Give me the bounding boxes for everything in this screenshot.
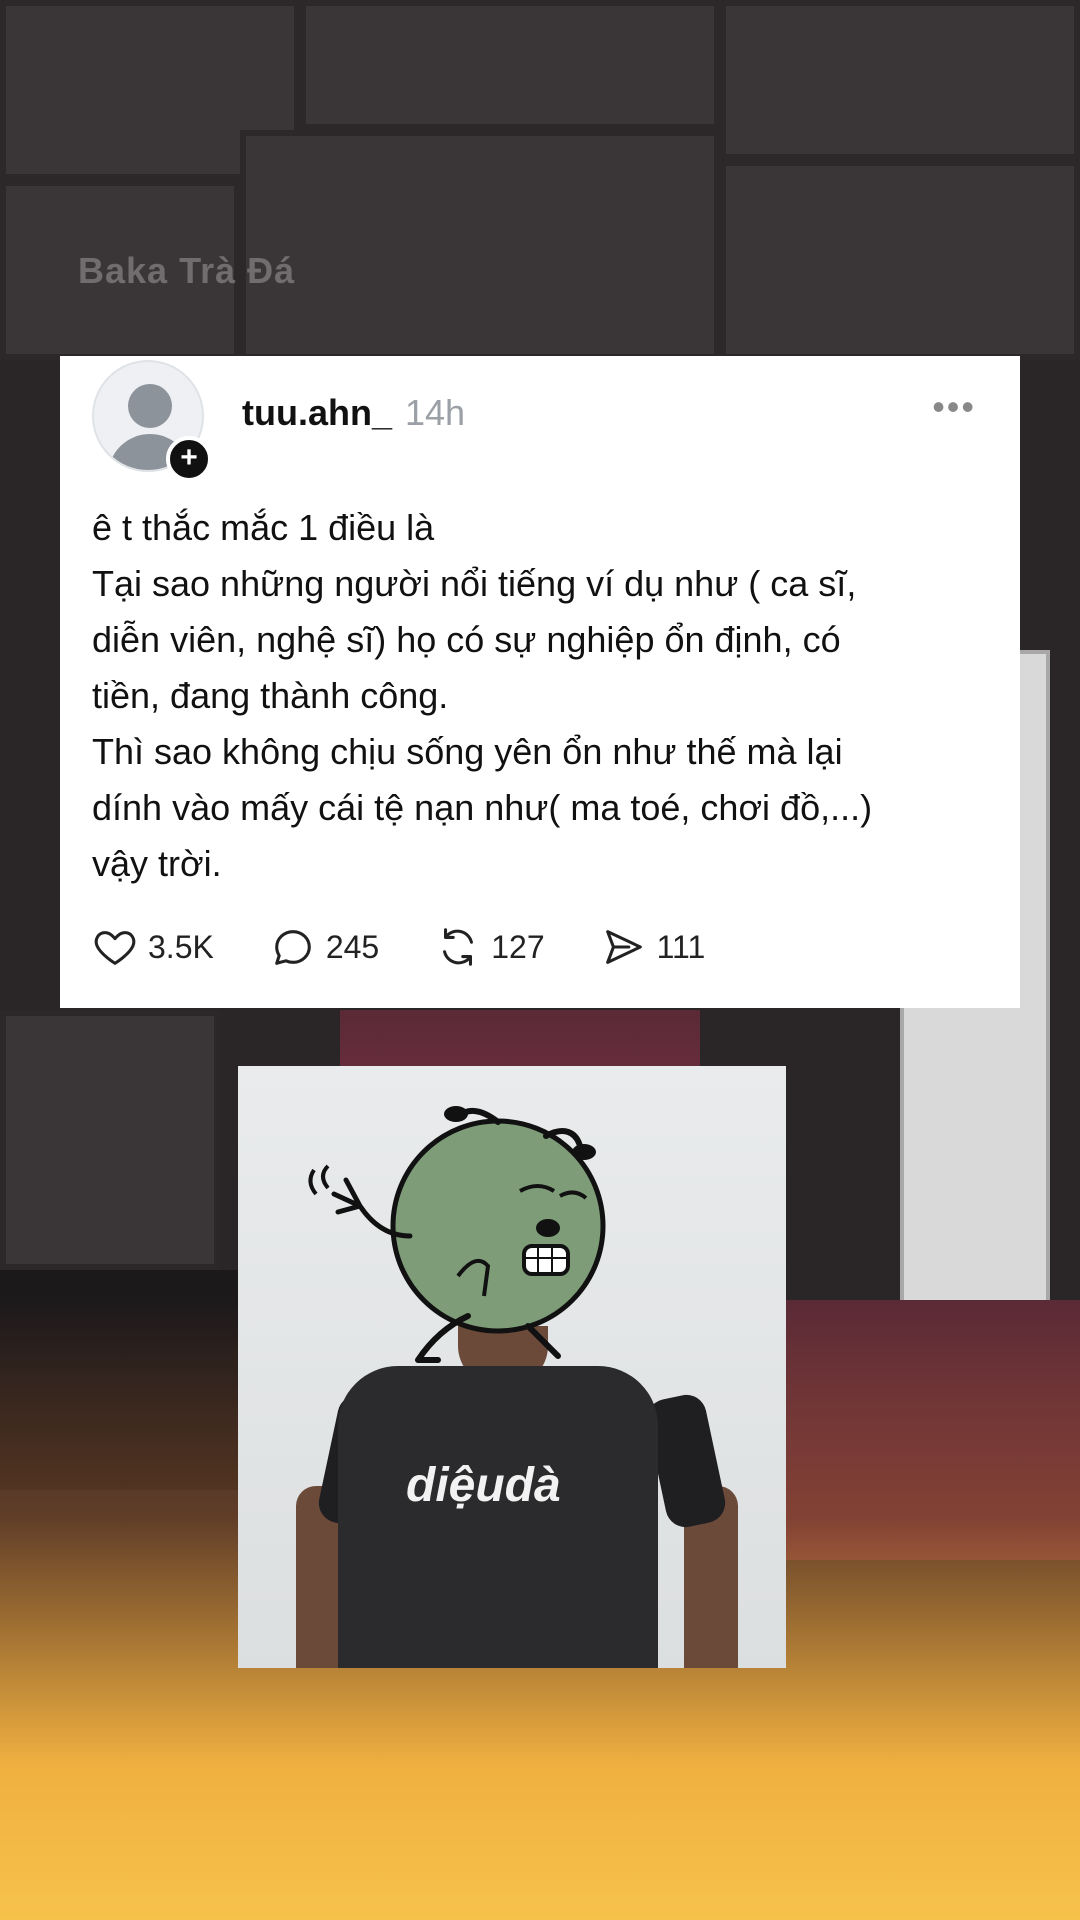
watermark: Baka Trà Đá — [78, 250, 296, 291]
repost-button[interactable]: 127 — [435, 924, 545, 970]
comment-count: 245 — [325, 928, 380, 965]
comment-button[interactable]: 245 — [270, 924, 379, 970]
photo-shirt — [338, 1366, 658, 1668]
post-line: dính vào mấy cái tệ nạn như( ma toé, chơ… — [92, 787, 873, 828]
bg-block — [720, 160, 1080, 360]
share-icon — [605, 930, 642, 964]
post-text: ê t thắc mắc 1 điều là Tại sao những ngư… — [92, 500, 992, 892]
post-card[interactable]: + tuu.ahn_ 14h ••• ê t thắc mắc 1 điều l… — [60, 356, 1020, 1008]
bg-block — [240, 130, 720, 360]
share-count: 111 — [656, 928, 706, 965]
post-line: Tại sao những người nổi tiếng ví dụ như … — [92, 563, 857, 604]
bg-block — [300, 0, 720, 130]
more-icon[interactable]: ••• — [932, 386, 976, 428]
like-count: 3.5K — [148, 928, 214, 965]
avatar-head — [128, 384, 172, 428]
username[interactable]: tuu.ahn_ — [242, 392, 392, 434]
post-line: diễn viên, nghệ sĩ) họ có sự nghiệp ổn đ… — [92, 619, 841, 660]
green-face-sticker-icon — [308, 1106, 606, 1363]
share-button[interactable]: 111 — [601, 924, 706, 970]
post-photo: diệudà — [238, 1066, 786, 1668]
bg-block — [0, 1010, 220, 1270]
post-line: Thì sao không chịu sống yên ổn như thế m… — [92, 731, 843, 772]
post-time: 14h — [405, 392, 466, 433]
action-bar: 3.5K 245 127 111 — [92, 922, 761, 972]
post-line: vậy trời. — [92, 843, 222, 884]
like-button[interactable]: 3.5K — [92, 924, 214, 970]
shirt-print: diệudà — [406, 1459, 561, 1512]
repost-count: 127 — [491, 928, 545, 965]
repost-icon — [443, 928, 474, 966]
comment-icon — [275, 930, 311, 965]
post-line: tiền, đang thành công. — [92, 675, 449, 716]
heart-icon — [94, 931, 136, 965]
follow-plus-icon[interactable]: + — [166, 436, 212, 482]
bg-block — [720, 0, 1080, 160]
post-line: ê t thắc mắc 1 điều là — [92, 507, 435, 548]
